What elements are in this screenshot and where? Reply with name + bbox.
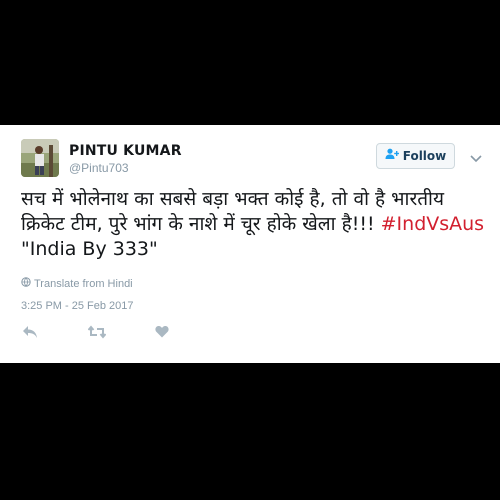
avatar[interactable] (21, 139, 59, 177)
author-handle[interactable]: @Pintu703 (69, 161, 129, 175)
tweet-text: सच में भोलेनाथ का सबसे बड़ा भक्त कोई है,… (21, 187, 491, 262)
follow-button[interactable]: Follow (376, 143, 455, 169)
tweet-text-tail: "India By 333" (21, 238, 158, 260)
chevron-down-icon[interactable] (470, 151, 482, 163)
follow-label: Follow (402, 149, 447, 163)
reply-icon[interactable] (22, 325, 38, 339)
like-icon[interactable] (155, 325, 169, 339)
hashtag-link[interactable]: #IndVsAus (381, 213, 484, 235)
retweet-icon[interactable] (87, 325, 107, 339)
globe-icon (21, 277, 31, 290)
author-name[interactable]: PINTU KUMAR (69, 143, 182, 159)
follow-user-icon (385, 147, 399, 165)
translate-label: Translate from Hindi (34, 277, 133, 290)
timestamp[interactable]: 3:25 PM - 25 Feb 2017 (21, 300, 134, 312)
translate-link[interactable]: Translate from Hindi (21, 277, 133, 290)
